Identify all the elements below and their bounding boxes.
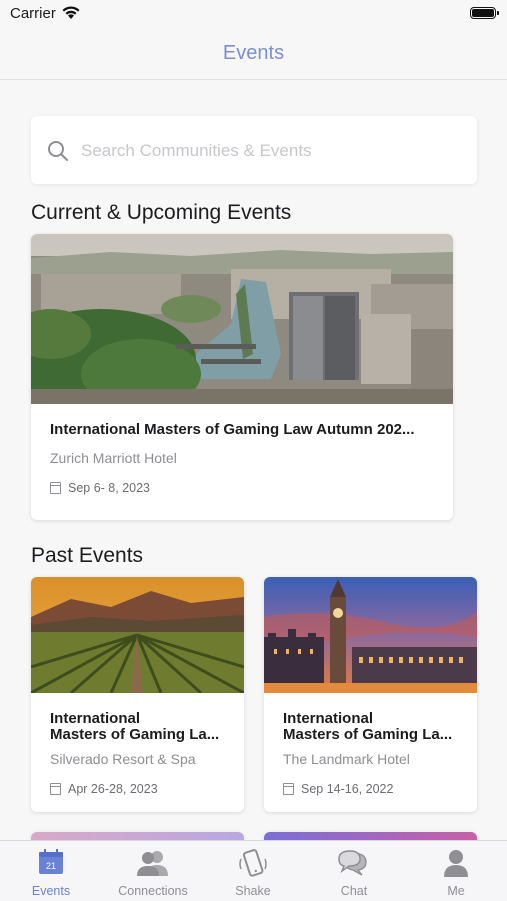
calendar-icon xyxy=(283,783,294,795)
event-date: Sep 14-16, 2022 xyxy=(283,782,393,796)
tab-shake-label: Shake xyxy=(235,884,271,898)
event-date-text: Apr 26-28, 2023 xyxy=(68,782,158,796)
event-image-vineyard xyxy=(31,577,244,693)
event-date: Sep 6- 8, 2023 xyxy=(50,481,150,495)
event-card-past-1[interactable]: International Masters of Gaming La... Si… xyxy=(31,577,244,812)
tab-events[interactable]: 21 Events xyxy=(1,841,101,901)
tab-shake[interactable]: Shake xyxy=(203,841,303,901)
calendar-day-number: 21 xyxy=(46,861,56,871)
tab-chat[interactable]: Chat xyxy=(304,841,404,901)
chat-bubbles-icon xyxy=(338,850,367,876)
person-icon xyxy=(444,850,468,877)
navigation-bar: Events xyxy=(0,30,507,80)
event-title-line2: Masters of Gaming La... xyxy=(283,726,453,743)
event-venue: Zurich Marriott Hotel xyxy=(50,450,177,466)
event-date-text: Sep 6- 8, 2023 xyxy=(68,481,151,495)
event-title-line1: International xyxy=(50,710,141,727)
search-icon xyxy=(48,141,68,161)
search-bar[interactable] xyxy=(31,116,477,184)
people-icon xyxy=(137,851,168,876)
carrier-label: Carrier xyxy=(10,5,56,22)
section-heading-past: Past Events xyxy=(31,544,144,567)
calendar-icon xyxy=(50,482,61,494)
calendar-icon: 21 xyxy=(39,849,63,874)
search-input[interactable] xyxy=(79,136,463,166)
battery-icon xyxy=(470,7,499,19)
event-title: International Masters of Gaming Law Autu… xyxy=(50,421,415,438)
event-title: International Masters of Gaming La... xyxy=(50,711,228,743)
tab-chat-label: Chat xyxy=(340,884,368,898)
wifi-icon xyxy=(62,6,80,19)
tab-me-label: Me xyxy=(447,884,465,898)
event-card-past-2[interactable]: International Masters of Gaming La... Th… xyxy=(264,577,477,812)
status-bar: Carrier xyxy=(0,0,507,30)
section-heading-current: Current & Upcoming Events xyxy=(31,201,292,224)
event-date: Apr 26-28, 2023 xyxy=(50,782,158,796)
event-card-current[interactable]: International Masters of Gaming Law Autu… xyxy=(31,234,453,520)
event-date-text: Sep 14-16, 2022 xyxy=(301,782,394,796)
event-venue: Silverado Resort & Spa xyxy=(50,751,196,767)
tab-connections[interactable]: Connections xyxy=(103,841,203,901)
event-title-line2: Masters of Gaming La... xyxy=(50,726,220,743)
tab-events-label: Events xyxy=(31,884,71,898)
page-title: Events xyxy=(222,42,285,64)
event-title-line1: International xyxy=(283,710,374,727)
event-venue: The Landmark Hotel xyxy=(283,751,410,767)
tab-me[interactable]: Me xyxy=(406,841,506,901)
tab-bar: 21 Events Connections Shake Chat Me xyxy=(0,840,507,901)
calendar-icon xyxy=(50,783,61,795)
phone-shake-icon xyxy=(239,849,267,877)
event-image-london xyxy=(264,577,477,693)
event-title: International Masters of Gaming La... xyxy=(283,711,461,743)
event-image-zurich xyxy=(31,234,453,404)
tab-connections-label: Connections xyxy=(118,884,188,898)
